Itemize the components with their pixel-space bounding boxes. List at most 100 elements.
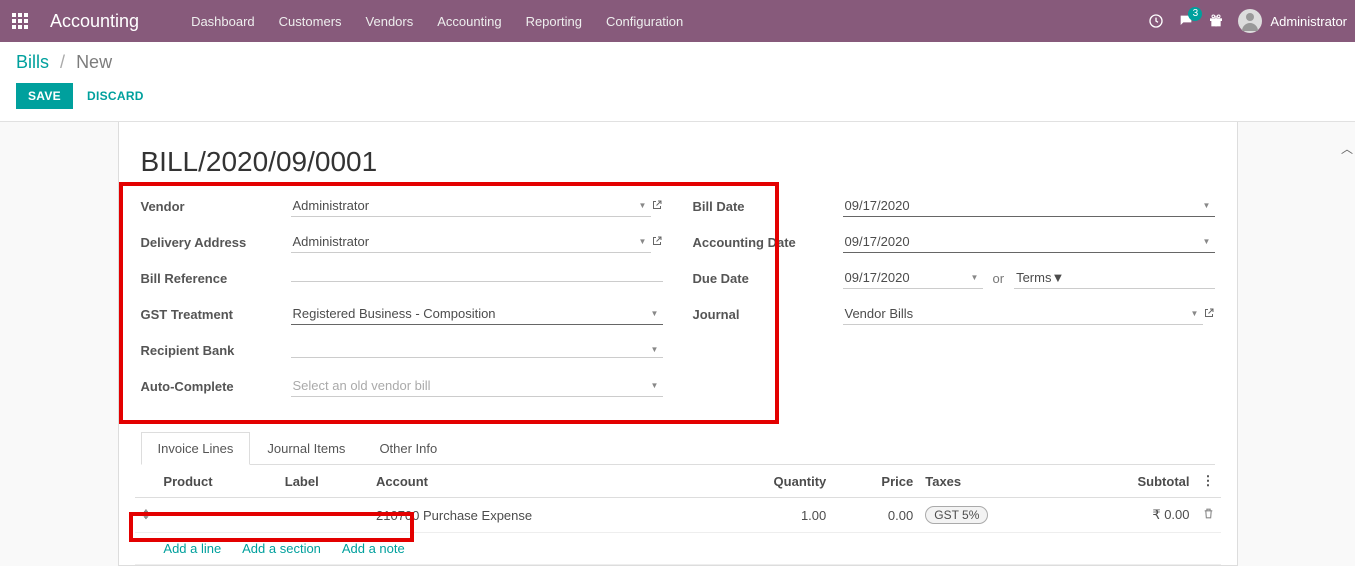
vendor-label: Vendor [141,199,291,214]
left-column: Vendor Administrator ▼ Delivery Address … [141,192,663,408]
tabs: Invoice Lines Journal Items Other Info [141,432,1215,465]
tax-chip: GST 5% [925,506,988,524]
external-link-icon[interactable] [1203,307,1215,322]
nav-vendors[interactable]: Vendors [354,0,426,42]
or-text: or [993,271,1005,286]
col-taxes: Taxes [919,465,1068,498]
auto-placeholder: Select an old vendor bill [293,378,651,393]
cell-taxes[interactable]: GST 5% [919,498,1068,533]
drag-handle-icon[interactable]: ✥ [135,498,158,533]
discard-button[interactable]: DISCARD [83,83,148,109]
chevron-down-icon[interactable]: ▼ [651,345,661,354]
gift-icon[interactable] [1208,13,1224,29]
cell-label[interactable] [279,498,370,533]
chevron-down-icon[interactable]: ▼ [639,237,649,246]
add-section-link[interactable]: Add a section [242,541,321,556]
invoice-lines-table: Product Label Account Quantity Price Tax… [135,465,1221,565]
chevron-down-icon[interactable]: ▼ [1203,201,1213,210]
nav-dashboard[interactable]: Dashboard [179,0,267,42]
nav-reporting[interactable]: Reporting [514,0,594,42]
crumb-current: New [76,52,112,72]
external-link-icon[interactable] [651,199,663,214]
col-kebab[interactable]: ⋮ [1196,465,1221,498]
nav-menu: Dashboard Customers Vendors Accounting R… [179,0,695,42]
cell-account[interactable]: 210700 Purchase Expense [370,498,704,533]
external-link-icon[interactable] [651,235,663,250]
terms-field[interactable]: Terms ▼ [1014,267,1214,289]
table-row[interactable]: ✥ 210700 Purchase Expense 1.00 0.00 GST … [135,498,1221,533]
chevron-down-icon[interactable]: ▼ [639,201,649,210]
breadcrumb: Bills / New [16,52,1339,73]
conversations-icon[interactable]: 3 [1178,13,1194,29]
auto-field[interactable]: Select an old vendor bill ▼ [291,375,663,397]
app-brand: Accounting [50,11,139,32]
bank-field[interactable]: ▼ [291,342,663,358]
chevron-down-icon[interactable]: ▼ [971,273,981,282]
avatar [1238,9,1262,33]
delivery-label: Delivery Address [141,235,291,250]
tab-other-info[interactable]: Other Info [362,432,454,464]
delivery-value: Administrator [293,234,639,249]
billdate-label: Bill Date [693,199,843,214]
save-button[interactable]: SAVE [16,83,73,109]
journal-label: Journal [693,307,843,322]
bill-title: BILL/2020/09/0001 [141,146,1221,178]
gst-label: GST Treatment [141,307,291,322]
billref-field[interactable] [291,275,663,282]
billdate-value: 09/17/2020 [845,198,1203,213]
crumb-sep: / [60,52,65,72]
journal-value: Vendor Bills [845,306,1191,321]
delivery-field[interactable]: Administrator ▼ [291,231,651,253]
nav-accounting[interactable]: Accounting [425,0,513,42]
cell-price[interactable]: 0.00 [832,498,919,533]
nav-configuration[interactable]: Configuration [594,0,695,42]
gst-field[interactable]: Registered Business - Composition ▼ [291,303,663,325]
col-quantity: Quantity [704,465,833,498]
chevron-down-icon[interactable]: ▼ [1203,237,1213,246]
nav-customers[interactable]: Customers [267,0,354,42]
col-subtotal: Subtotal [1068,465,1195,498]
col-account: Account [370,465,704,498]
scroll-up-icon[interactable]: ︿ [1341,140,1353,157]
msg-badge: 3 [1188,7,1202,21]
trash-icon[interactable] [1196,498,1221,533]
top-navbar: Accounting Dashboard Customers Vendors A… [0,0,1355,42]
right-column: Bill Date 09/17/2020 ▼ Accounting Date 0… [693,192,1215,408]
cell-quantity[interactable]: 1.00 [704,498,833,533]
tab-journal-items[interactable]: Journal Items [250,432,362,464]
col-product: Product [157,465,278,498]
vendor-field[interactable]: Administrator ▼ [291,195,651,217]
user-menu[interactable]: Administrator [1238,9,1347,33]
billdate-field[interactable]: 09/17/2020 ▼ [843,195,1215,217]
acctdate-label: Accounting Date [693,235,843,250]
chevron-down-icon[interactable]: ▼ [651,309,661,318]
add-note-link[interactable]: Add a note [342,541,405,556]
duedate-field[interactable]: 09/17/2020 ▼ [843,267,983,289]
clock-icon[interactable] [1148,13,1164,29]
control-panel: Bills / New SAVE DISCARD [0,42,1355,122]
crumb-bills[interactable]: Bills [16,52,49,72]
cell-product[interactable] [157,498,278,533]
acctdate-field[interactable]: 09/17/2020 ▼ [843,231,1215,253]
bank-label: Recipient Bank [141,343,291,358]
terms-placeholder: Terms [1016,270,1051,285]
chevron-down-icon[interactable]: ▼ [651,381,661,390]
vendor-value: Administrator [293,198,639,213]
acctdate-value: 09/17/2020 [845,234,1203,249]
duedate-label: Due Date [693,271,843,286]
col-label: Label [279,465,370,498]
tab-invoice-lines[interactable]: Invoice Lines [141,432,251,465]
gst-value: Registered Business - Composition [293,306,651,321]
user-name: Administrator [1270,14,1347,29]
col-price: Price [832,465,919,498]
add-line-link[interactable]: Add a line [163,541,221,556]
auto-label: Auto-Complete [141,379,291,394]
apps-icon[interactable] [8,9,32,33]
duedate-value: 09/17/2020 [845,270,971,285]
cell-subtotal: ₹ 0.00 [1068,498,1195,533]
journal-field[interactable]: Vendor Bills ▼ [843,303,1203,325]
billref-label: Bill Reference [141,271,291,286]
form-sheet: BILL/2020/09/0001 Vendor Administrator ▼… [118,122,1238,566]
chevron-down-icon[interactable]: ▼ [1051,270,1064,285]
chevron-down-icon[interactable]: ▼ [1191,309,1201,318]
